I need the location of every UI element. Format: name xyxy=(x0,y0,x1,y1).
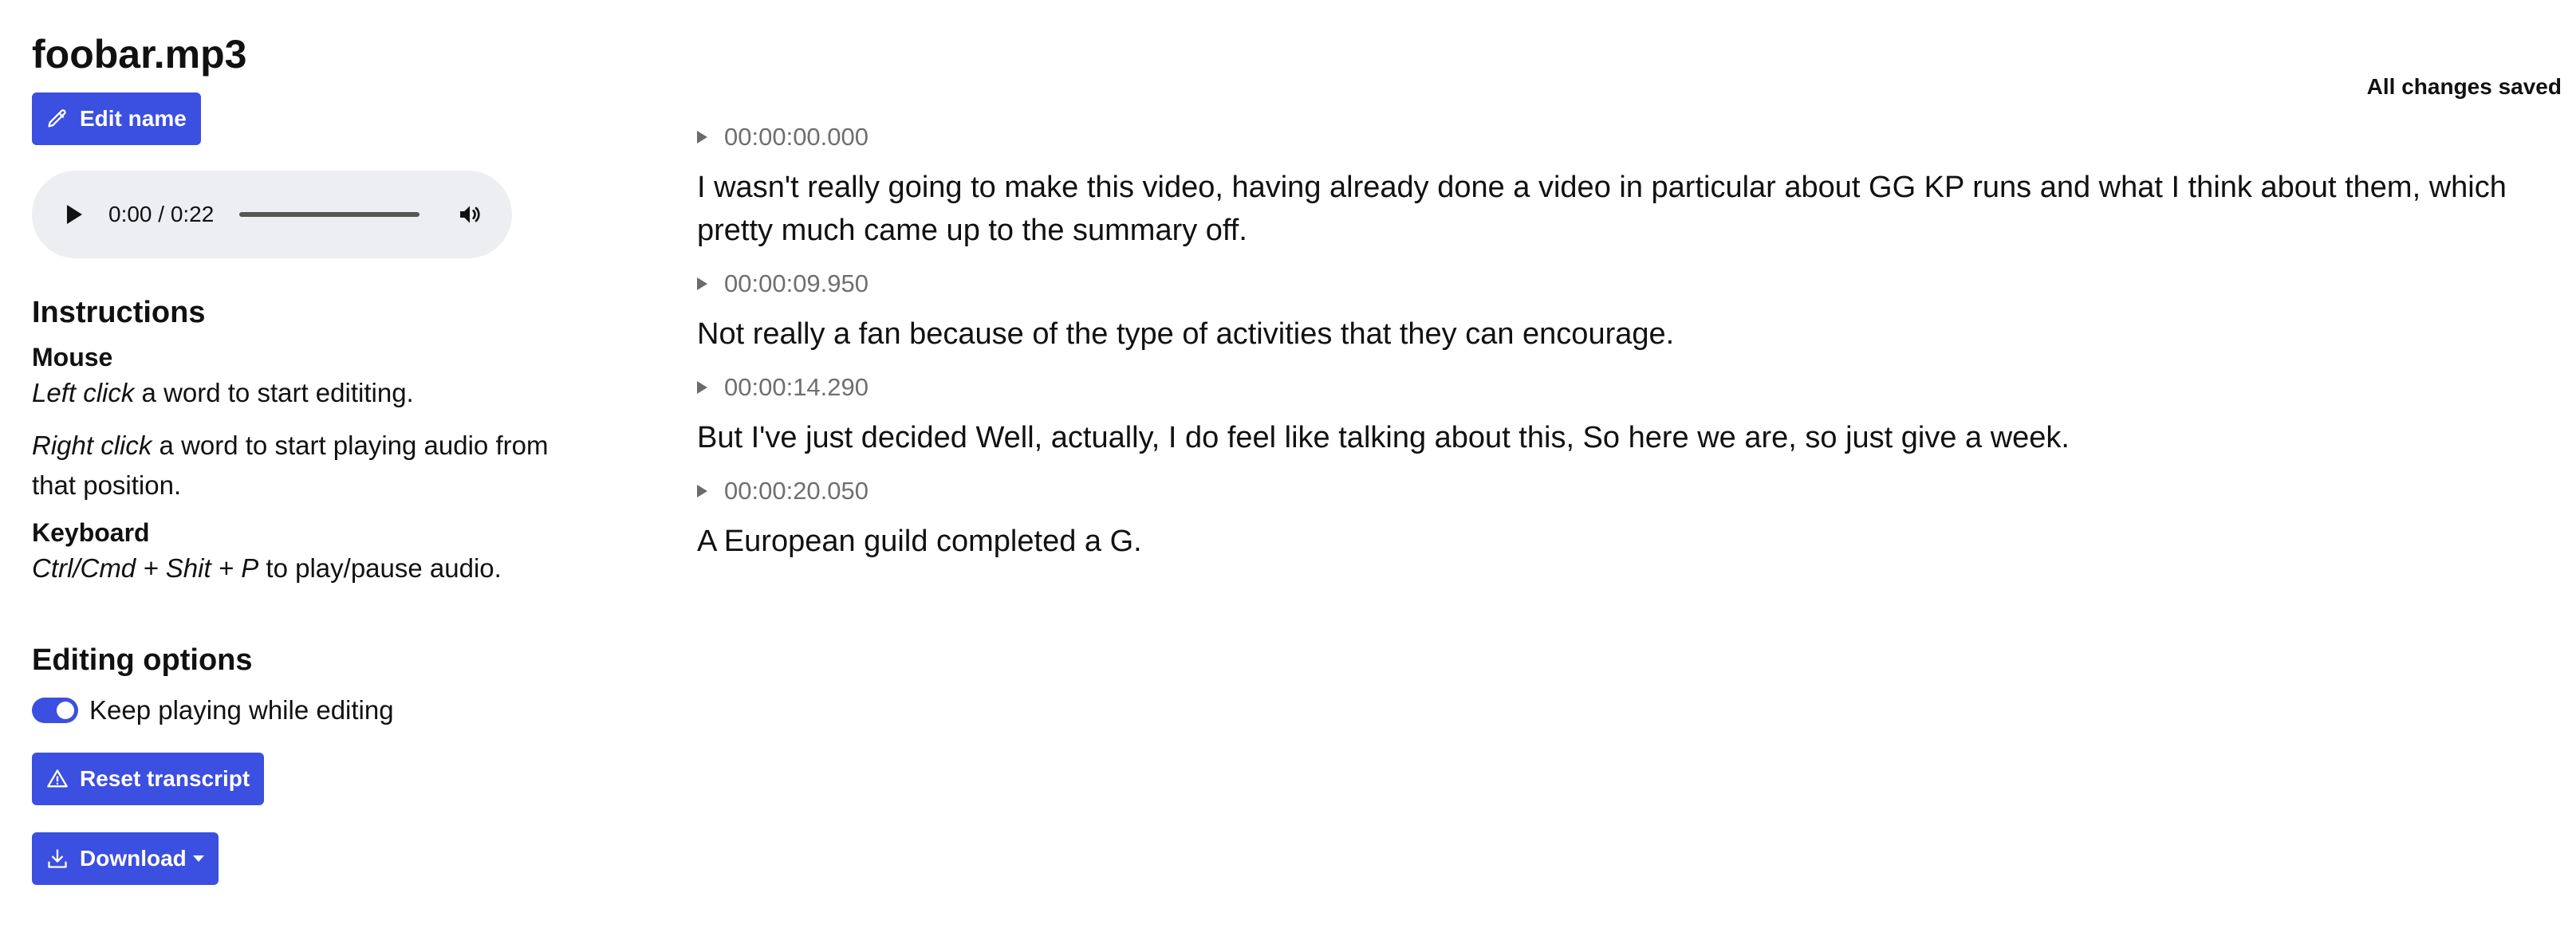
pencil-icon xyxy=(48,109,66,128)
segment-play-toggle[interactable]: 00:00:20.050 xyxy=(697,474,2531,509)
audio-seek-bar[interactable] xyxy=(239,212,420,217)
segment-play-toggle[interactable]: 00:00:09.950 xyxy=(697,266,2531,301)
transcript-segment: 00:00:00.000 I wasn't really going to ma… xyxy=(697,120,2531,252)
audio-player: 0:00 / 0:22 xyxy=(32,171,512,258)
edit-name-label: Edit name xyxy=(80,106,187,131)
segment-text[interactable]: A European guild completed a G. xyxy=(697,520,2531,563)
segment-timestamp: 00:00:20.050 xyxy=(724,477,869,505)
file-title: foobar.mp3 xyxy=(32,32,247,77)
keyboard-instruction: Ctrl/Cmd + Shit + P to play/pause audio. xyxy=(32,549,590,588)
editing-options-heading: Editing options xyxy=(32,643,253,677)
segment-text[interactable]: Not really a fan because of the type of … xyxy=(697,313,2531,356)
transcript-segment: 00:00:09.950 Not really a fan because of… xyxy=(697,266,2531,356)
toggle-knob xyxy=(57,702,74,719)
transcript-segment: 00:00:20.050 A European guild completed … xyxy=(697,474,2531,563)
triangle-right-icon xyxy=(697,485,707,497)
volume-icon xyxy=(460,206,480,223)
instructions-heading: Instructions xyxy=(32,296,206,329)
right-click-term: Right click xyxy=(32,431,152,460)
left-click-text: a word to start edititing. xyxy=(134,378,414,407)
save-status: All changes saved xyxy=(2366,74,2562,99)
warning-triangle-icon xyxy=(47,769,68,788)
segment-text[interactable]: But I've just decided Well, actually, I … xyxy=(697,416,2531,459)
play-icon xyxy=(67,205,82,224)
download-label: Download xyxy=(80,846,187,871)
edit-name-button[interactable]: Edit name xyxy=(32,92,201,145)
volume-button[interactable] xyxy=(456,201,483,228)
triangle-right-icon xyxy=(697,381,707,394)
keep-playing-label: Keep playing while editing xyxy=(89,695,394,725)
triangle-right-icon xyxy=(697,131,707,144)
audio-time: 0:00 / 0:22 xyxy=(108,202,215,226)
keep-playing-toggle[interactable] xyxy=(32,698,78,723)
keep-playing-row: Keep playing while editing xyxy=(32,690,590,730)
mouse-heading: Mouse xyxy=(32,343,113,372)
instructions-section: Instructions Mouse Left click a word to … xyxy=(32,293,590,588)
download-icon xyxy=(48,849,67,868)
right-click-instruction: Right click a word to start playing audi… xyxy=(32,426,590,505)
left-click-instruction: Left click a word to start edititing. xyxy=(32,373,590,413)
segment-play-toggle[interactable]: 00:00:00.000 xyxy=(697,120,2531,155)
play-button[interactable] xyxy=(62,203,86,226)
reset-transcript-label: Reset transcript xyxy=(80,766,250,791)
reset-transcript-button[interactable]: Reset transcript xyxy=(32,753,265,805)
left-click-term: Left click xyxy=(32,378,135,407)
keyboard-shortcut-text: to play/pause audio. xyxy=(258,553,502,583)
transcript-segment: 00:00:14.290 But I've just decided Well,… xyxy=(697,370,2531,459)
chevron-down-icon xyxy=(192,855,204,862)
segment-timestamp: 00:00:09.950 xyxy=(724,269,869,297)
triangle-right-icon xyxy=(697,277,707,290)
download-button[interactable]: Download xyxy=(32,832,219,885)
segment-text[interactable]: I wasn't really going to make this video… xyxy=(697,166,2531,252)
segment-timestamp: 00:00:00.000 xyxy=(724,123,869,151)
editing-options-section: Editing options Keep playing while editi… xyxy=(32,641,590,885)
sidebar: foobar.mp3 Edit name 0:00 / 0:22 Instruc… xyxy=(32,29,590,885)
segment-timestamp: 00:00:14.290 xyxy=(724,373,869,401)
keyboard-shortcut: Ctrl/Cmd + Shit + P xyxy=(32,553,259,583)
segment-play-toggle[interactable]: 00:00:14.290 xyxy=(697,370,2531,405)
keyboard-heading: Keyboard xyxy=(32,518,150,547)
transcript: 00:00:00.000 I wasn't really going to ma… xyxy=(697,120,2531,577)
